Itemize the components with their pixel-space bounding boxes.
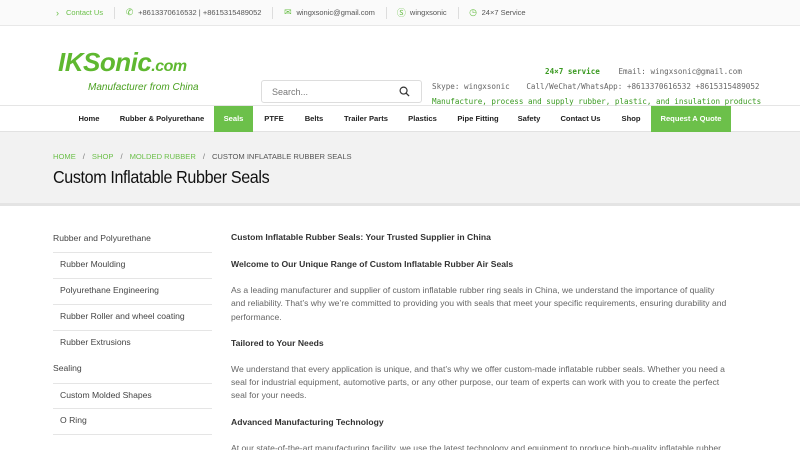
logo-tagline: Manufacturer from China bbox=[88, 82, 199, 93]
skype-icon: Ⓢ bbox=[396, 8, 406, 18]
header-contact-line-2: Skype: wingxsonic Call/WeChat/WhatsApp: … bbox=[432, 82, 759, 91]
sidebar-item-sealing[interactable]: Sealing bbox=[53, 357, 212, 383]
paragraph-line: seal for industrial equipment, automotiv… bbox=[231, 377, 720, 388]
nav-ptfe[interactable]: PTFE bbox=[256, 106, 292, 132]
nav-contact-us[interactable]: Contact Us bbox=[553, 106, 608, 132]
topbar-contact[interactable]: › Contact Us bbox=[53, 6, 116, 19]
breadcrumb: HOME / SHOP / MOLDED RUBBER / CUSTOM INFLATABL… bbox=[53, 152, 352, 161]
service-text: 24×7 Service bbox=[481, 8, 526, 17]
contact-link[interactable]: Contact Us bbox=[66, 8, 103, 17]
paragraph-line: As a leading manufacturer and supplier o… bbox=[231, 285, 715, 295]
sidebar-item-polyurethane-engineering[interactable]: Polyurethane Engineering bbox=[53, 279, 212, 305]
sidebar-menu: Rubber and Polyurethane Rubber Moulding … bbox=[53, 227, 212, 435]
sidebar-item-rubber-moulding[interactable]: Rubber Moulding bbox=[53, 253, 212, 279]
top-bar: › Contact Us ✆ +8613370616532 | +8615315… bbox=[0, 0, 800, 26]
nav-safety[interactable]: Safety bbox=[510, 106, 548, 132]
search-icon[interactable] bbox=[399, 86, 410, 97]
breadcrumb-separator: / bbox=[120, 152, 123, 161]
header-skype: Skype: wingxsonic bbox=[432, 82, 510, 91]
sidebar-item-rubber-polyurethane[interactable]: Rubber and Polyurethane bbox=[53, 227, 212, 253]
sidebar-item-custom-molded-shapes[interactable]: Custom Molded Shapes bbox=[53, 383, 212, 409]
topbar-skype[interactable]: Ⓢ wingxsonic bbox=[396, 6, 459, 19]
site-logo[interactable]: IKSonic.com Manufacturer from China bbox=[58, 48, 199, 93]
phone-text: +8613370616532 | +8615315489052 bbox=[138, 8, 262, 17]
search-box bbox=[261, 80, 422, 103]
nav-plastics[interactable]: Plastics bbox=[400, 106, 445, 132]
content-paragraph-technology: At our state-of-the-art manufacturing fa… bbox=[231, 442, 751, 450]
paragraph-line: seal for your needs. bbox=[231, 390, 307, 401]
logo-domain: .com bbox=[151, 58, 187, 75]
page-title-band: HOME / SHOP / MOLDED RUBBER / CUSTOM INFLATABL… bbox=[0, 132, 800, 206]
nav-shop[interactable]: Shop bbox=[614, 106, 648, 132]
main-nav: Home Rubber & Polyurethane Seals PTFE Be… bbox=[0, 106, 800, 132]
page-title: Custom Inflatable Rubber Seals bbox=[53, 167, 270, 187]
breadcrumb-separator: / bbox=[202, 152, 205, 161]
nav-home[interactable]: Home bbox=[68, 106, 110, 132]
header-call: Call/WeChat/WhatsApp: +8613370616532 +86… bbox=[526, 82, 760, 91]
chevron-right-icon: › bbox=[56, 7, 59, 18]
nav-seals[interactable]: Seals bbox=[214, 106, 253, 132]
header-email: Email: wingxsonic@gmail.com bbox=[618, 67, 742, 76]
content-heading-welcome: Welcome to Our Unique Range of Custom In… bbox=[231, 259, 514, 269]
content-heading-technology: Advanced Manufacturing Technology bbox=[231, 416, 384, 427]
skype-text[interactable]: wingxsonic bbox=[410, 8, 447, 17]
paragraph-line: and reliability. That’s why we’re commit… bbox=[231, 298, 727, 309]
main-content: Custom Inflatable Rubber Seals: Your Tru… bbox=[231, 231, 751, 450]
search-input[interactable] bbox=[262, 81, 392, 102]
header-tagline: Manufacture, process and supply rubber, … bbox=[432, 97, 762, 106]
site-header: IKSonic.com Manufacturer from China 24×7… bbox=[0, 26, 800, 106]
paragraph-line: At our state-of-the-art manufacturing fa… bbox=[231, 442, 721, 450]
envelope-icon: ✉ bbox=[284, 7, 292, 17]
sidebar-item-rubber-roller[interactable]: Rubber Roller and wheel coating bbox=[53, 305, 212, 331]
sidebar-item-o-ring[interactable]: O Ring bbox=[53, 409, 212, 435]
breadcrumb-current: CUSTOM INFLATABLE RUBBER SEALS bbox=[211, 152, 352, 161]
header-service: 24×7 service bbox=[545, 67, 600, 76]
topbar-service: ◷ 24×7 Service bbox=[469, 7, 537, 19]
breadcrumb-molded-rubber[interactable]: MOLDED RUBBER bbox=[130, 152, 196, 161]
phone-icon: ✆ bbox=[125, 7, 134, 17]
paragraph-line: performance. bbox=[231, 311, 282, 322]
header-contact-line-1: 24×7 service Email: wingxsonic@gmail.com bbox=[545, 67, 742, 76]
clock-icon: ◷ bbox=[469, 7, 478, 17]
content-paragraph-intro: As a leading manufacturer and supplier o… bbox=[231, 284, 751, 324]
nav-trailer-parts[interactable]: Trailer Parts bbox=[336, 106, 396, 132]
breadcrumb-shop[interactable]: SHOP bbox=[92, 152, 114, 161]
content-heading-main: Custom Inflatable Rubber Seals: Your Tru… bbox=[231, 232, 491, 242]
paragraph-line: We understand that every application is … bbox=[231, 363, 725, 374]
nav-belts[interactable]: Belts bbox=[296, 106, 332, 132]
breadcrumb-separator: / bbox=[82, 152, 85, 161]
nav-rubber-polyurethane[interactable]: Rubber & Polyurethane bbox=[113, 106, 211, 132]
topbar-email[interactable]: ✉ wingxsonic@gmail.com bbox=[283, 6, 387, 19]
request-quote-button[interactable]: Request A Quote bbox=[651, 106, 731, 132]
content-paragraph-tailored: We understand that every application is … bbox=[231, 363, 751, 403]
logo-name: IKSonic bbox=[58, 47, 152, 77]
logo-text: IKSonic.com bbox=[58, 48, 199, 81]
nav-pipe-fitting[interactable]: Pipe Fitting bbox=[451, 106, 505, 132]
sidebar-item-rubber-extrusions[interactable]: Rubber Extrusions bbox=[53, 331, 212, 357]
topbar-phone: ✆ +8613370616532 | +8615315489052 bbox=[125, 6, 274, 19]
breadcrumb-home[interactable]: HOME bbox=[53, 152, 76, 161]
content-heading-tailored: Tailored to Your Needs bbox=[231, 337, 324, 348]
email-text[interactable]: wingxsonic@gmail.com bbox=[296, 8, 374, 17]
